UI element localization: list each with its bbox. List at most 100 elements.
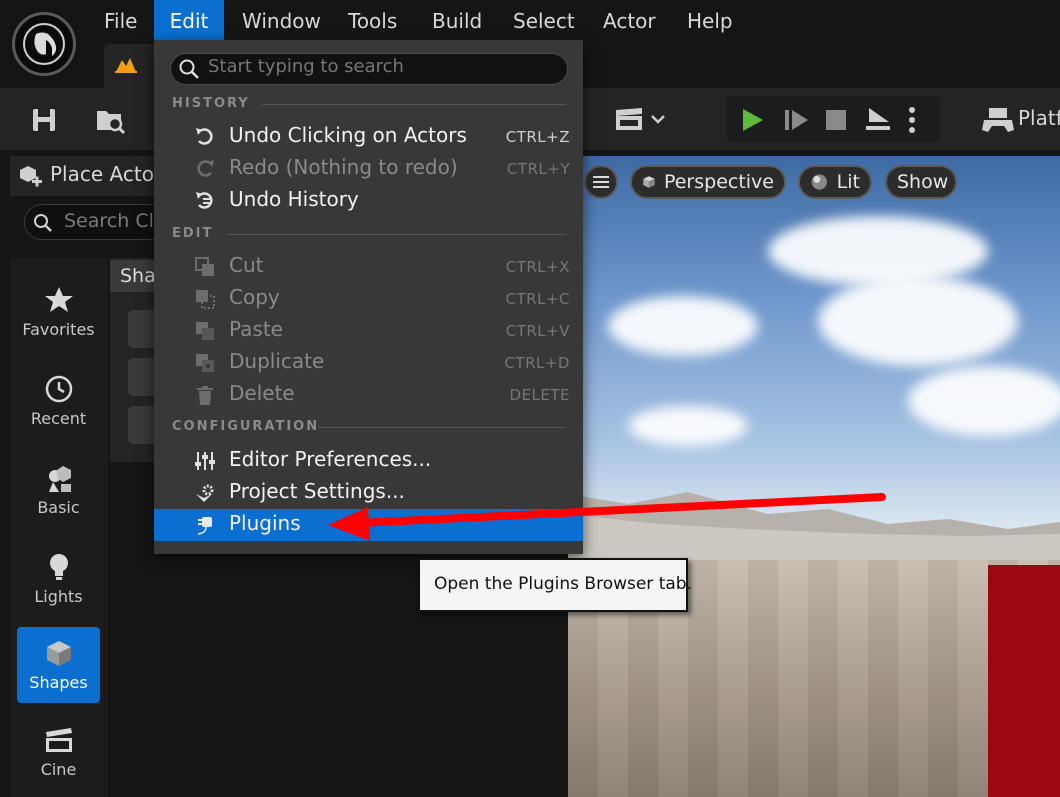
eject-icon[interactable] [858, 100, 898, 140]
menu-item-copy[interactable]: Copy CTRL+C [190, 283, 580, 315]
platforms-button-label[interactable]: Platf [1018, 106, 1060, 130]
menu-file[interactable]: File [104, 0, 138, 40]
play-icon[interactable] [732, 100, 772, 140]
category-label: Basic [37, 498, 80, 517]
perspective-label: Perspective [663, 171, 774, 193]
menu-help[interactable]: Help [687, 0, 733, 40]
lit-button[interactable]: Lit [798, 165, 872, 199]
menu-item-undo[interactable]: Undo Clicking on Actors CTRL+Z [190, 121, 580, 153]
menu-item-duplicate[interactable]: Duplicate CTRL+D [190, 347, 580, 379]
menu-item-label: Cut [229, 253, 264, 277]
menu-item-editor-preferences[interactable]: Editor Preferences... [190, 445, 580, 477]
cut-icon [195, 257, 214, 276]
undo-icon [196, 128, 213, 145]
section-divider [318, 427, 566, 428]
category-label: Lights [34, 587, 83, 606]
plug-icon [197, 517, 212, 535]
annotation-arrow [328, 493, 886, 541]
gamepad-icon[interactable] [978, 100, 1018, 140]
category-favorites[interactable]: Favorites [17, 274, 100, 350]
paste-icon [196, 322, 214, 340]
category-cine[interactable]: Cine [17, 714, 100, 790]
section-divider [228, 234, 566, 235]
menu-build[interactable]: Build [432, 0, 482, 40]
cloud [628, 406, 748, 446]
menu-tools[interactable]: Tools [348, 0, 397, 40]
category-shapes[interactable]: Shapes [17, 627, 100, 703]
category-lights[interactable]: Lights [17, 541, 100, 617]
shortcut-label: CTRL+Y [506, 160, 570, 178]
search-icon [178, 58, 200, 84]
browse-folder-icon[interactable] [90, 100, 130, 140]
cloud [608, 296, 758, 356]
menu-edit[interactable]: Edit [154, 0, 224, 40]
trash-icon [197, 386, 213, 405]
star-icon [44, 287, 73, 312]
redo-icon [197, 160, 214, 177]
menu-item-label: Redo (Nothing to redo) [229, 155, 458, 179]
menu-item-label: Undo History [229, 187, 359, 211]
unreal-logo-icon[interactable] [12, 12, 76, 76]
stop-icon[interactable] [816, 100, 856, 140]
place-actors-icon [18, 164, 44, 194]
shortcut-label: DELETE [509, 386, 570, 404]
shortcut-label: CTRL+C [505, 290, 570, 308]
section-history: HISTORY [172, 96, 250, 111]
category-basic[interactable]: Basic [17, 452, 100, 528]
clapperboard-icon [45, 728, 72, 752]
undo-history-icon [196, 192, 213, 209]
perspective-button[interactable]: Perspective [630, 165, 786, 199]
sliders-icon [195, 452, 215, 470]
category-label: Favorites [22, 320, 95, 339]
shortcut-label: CTRL+X [505, 258, 570, 276]
menu-item-label: Delete [229, 381, 295, 405]
lightbulb-icon [49, 554, 68, 580]
save-icon[interactable] [24, 100, 64, 140]
more-options-icon[interactable] [900, 100, 924, 140]
red-cube-actor[interactable] [988, 565, 1060, 797]
menu-item-label: Copy [229, 285, 280, 309]
shortcut-label: CTRL+D [504, 354, 570, 372]
cloud [818, 276, 1018, 366]
show-label: Show [897, 171, 949, 193]
cinematics-dropdown-icon[interactable] [610, 100, 670, 140]
hamburger-icon [593, 176, 609, 188]
category-label: Cine [40, 760, 77, 779]
menu-window[interactable]: Window [242, 0, 321, 40]
shapes-section-header: Sha [110, 260, 158, 292]
section-divider [262, 104, 566, 105]
menu-search-placeholder: Start typing to search [208, 56, 404, 77]
lit-label: Lit [836, 171, 860, 193]
clock-icon [45, 375, 72, 403]
basic-shapes-icon [48, 466, 71, 492]
level-viewport[interactable] [568, 156, 1060, 797]
shortcut-label: CTRL+V [505, 322, 570, 340]
cloud [908, 366, 1060, 436]
level-icon [114, 54, 138, 78]
menu-actor[interactable]: Actor [603, 0, 656, 40]
tooltip-text: Open the Plugins Browser tab. [434, 574, 692, 594]
menu-item-cut[interactable]: Cut CTRL+X [190, 251, 580, 283]
copy-icon [196, 290, 215, 309]
cube-icon [46, 641, 71, 666]
menu-item-undo-history[interactable]: Undo History [190, 185, 580, 217]
menu-item-label: Undo Clicking on Actors [229, 123, 467, 147]
menu-item-delete[interactable]: Delete DELETE [190, 379, 580, 411]
perspective-cube-icon [643, 176, 655, 188]
menu-item-paste[interactable]: Paste CTRL+V [190, 315, 580, 347]
menu-select[interactable]: Select [513, 0, 575, 40]
class-search-placeholder: Search Cla [64, 210, 166, 232]
viewport-options-button[interactable] [584, 165, 618, 199]
search-icon [33, 213, 53, 237]
section-edit: EDIT [172, 226, 214, 241]
category-recent[interactable]: Recent [17, 363, 100, 439]
menu-item-label: Editor Preferences... [229, 447, 432, 471]
cloud [768, 216, 988, 286]
menu-item-redo[interactable]: Redo (Nothing to redo) CTRL+Y [190, 153, 580, 185]
menu-item-label: Plugins [229, 511, 301, 535]
category-label: Shapes [29, 673, 88, 692]
lit-sphere-icon [811, 174, 827, 190]
step-forward-icon[interactable] [776, 100, 816, 140]
show-button[interactable]: Show [885, 165, 957, 199]
shortcut-label: CTRL+Z [505, 128, 570, 146]
